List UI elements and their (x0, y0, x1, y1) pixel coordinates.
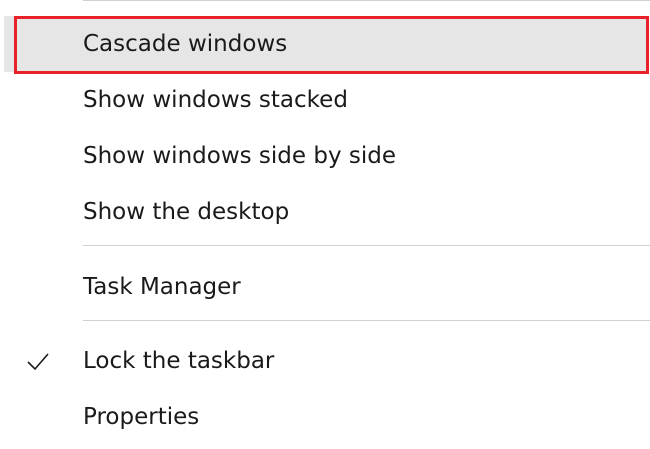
menu-item-label: Properties (83, 404, 200, 430)
menu-item-label: Cascade windows (83, 31, 288, 57)
menu-item-show-windows-side-by-side[interactable]: Show windows side by side (0, 128, 650, 184)
menu-item-label: Show windows stacked (83, 87, 348, 113)
menu-item-label: Task Manager (83, 274, 241, 300)
menu-separator (83, 320, 650, 321)
menu-item-cascade-windows[interactable]: Cascade windows (0, 16, 650, 74)
menu-separator (83, 245, 650, 246)
menu-item-properties[interactable]: Properties (0, 389, 650, 445)
check-icon (27, 353, 49, 371)
menu-item-lock-the-taskbar[interactable]: Lock the taskbar (0, 333, 650, 389)
menu-item-show-windows-stacked[interactable]: Show windows stacked (0, 72, 650, 128)
menu-item-label: Show windows side by side (83, 143, 397, 169)
menu-separator-top (83, 0, 650, 1)
menu-item-label: Show the desktop (83, 199, 290, 225)
taskbar-context-menu: Cascade windows Show windows stacked Sho… (0, 0, 650, 449)
menu-item-label: Lock the taskbar (83, 348, 275, 374)
menu-item-task-manager[interactable]: Task Manager (0, 259, 650, 315)
menu-item-show-the-desktop[interactable]: Show the desktop (0, 184, 650, 240)
